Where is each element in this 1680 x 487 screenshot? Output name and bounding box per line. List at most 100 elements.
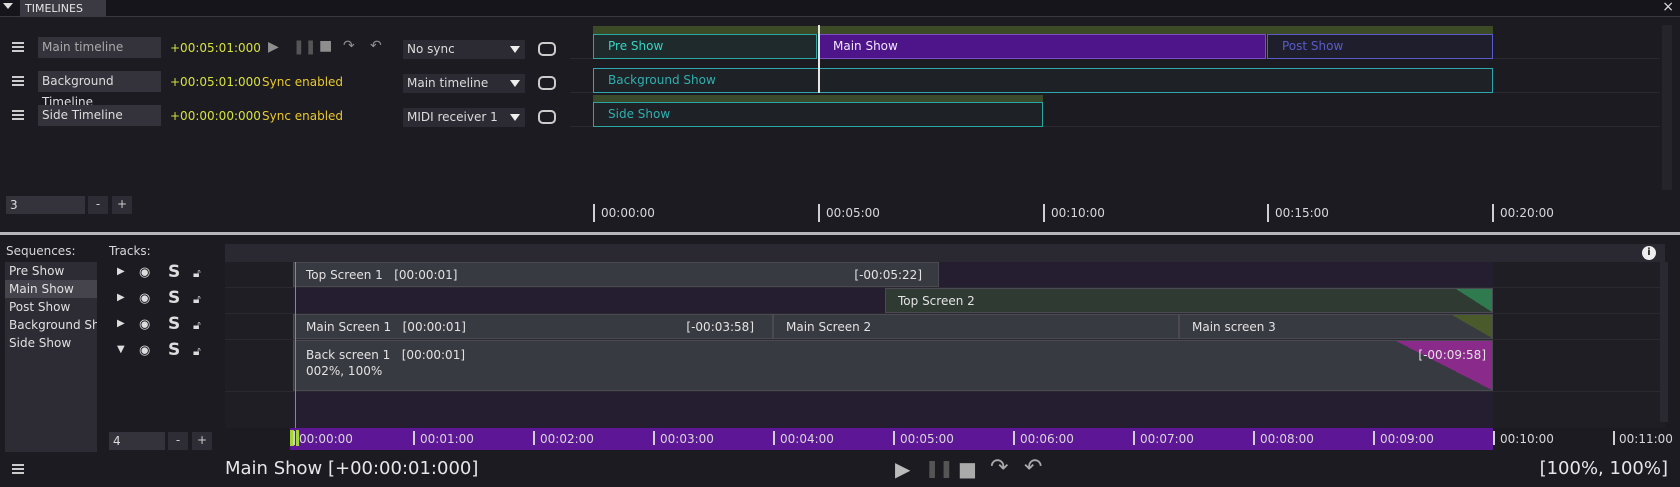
sequences-label: Sequences:: [6, 244, 76, 258]
lock-icon[interactable]: 🔓︎: [193, 266, 201, 281]
clip-start: [00:00:01]: [401, 348, 466, 362]
sync-select[interactable]: Main timeline: [403, 74, 525, 93]
tab-timelines[interactable]: TIMELINES: [20, 0, 106, 17]
bottom-ruler-marks: 00:00:00 00:01:00 00:02:00 00:03:00 00:0…: [290, 428, 1673, 450]
status-title: Main Show [+00:00:01:000]: [225, 458, 479, 479]
redo-icon[interactable]: ↷: [343, 38, 355, 54]
ruler-label: 00:20:00: [1500, 206, 1554, 220]
undo-icon[interactable]: ↶: [1024, 455, 1042, 480]
pause-icon[interactable]: ❚❚: [293, 39, 316, 55]
lock-icon[interactable]: 🔓︎: [193, 318, 201, 333]
eye-icon[interactable]: ◉: [139, 317, 150, 332]
timeline-name-field[interactable]: Main timeline: [38, 37, 161, 58]
redo-icon[interactable]: ↷: [990, 455, 1008, 480]
menu-icon[interactable]: [12, 464, 24, 474]
expand-icon[interactable]: ▶: [117, 292, 125, 303]
lock-icon[interactable]: 🔓︎: [193, 292, 201, 307]
fade-out-marker: [1452, 315, 1492, 338]
eye-icon[interactable]: ◉: [139, 291, 150, 306]
pause-icon[interactable]: ❚❚: [925, 459, 954, 479]
expand-icon[interactable]: ▶: [117, 266, 125, 277]
timeline-name-field[interactable]: Side Timeline: [38, 105, 161, 126]
play-icon[interactable]: ▶: [895, 457, 910, 481]
top-ruler[interactable]: 00:00:00 00:05:00 00:10:00 00:15:00 00:2…: [570, 202, 1660, 224]
menu-icon[interactable]: [12, 110, 24, 120]
scrollbar[interactable]: [1660, 262, 1668, 422]
ruler-label: 00:08:00: [1260, 432, 1314, 446]
track-area: i Top Screen 1 [00:00:01] [-00:05:22] To…: [225, 244, 1668, 428]
timeline-count-field[interactable]: 3: [6, 196, 85, 214]
sync-status: Sync enabled: [262, 75, 344, 89]
progress-strip: [593, 26, 1493, 34]
ruler-label: 00:05:00: [826, 206, 880, 220]
window-menu-icon[interactable]: [3, 3, 13, 9]
loop-icon[interactable]: [538, 42, 556, 56]
scrollbar[interactable]: [1662, 25, 1672, 190]
track-count-plus-button[interactable]: +: [192, 432, 212, 450]
sync-select[interactable]: No sync: [403, 40, 525, 59]
loop-icon[interactable]: [538, 110, 556, 124]
timeline-clip-side-show[interactable]: Side Show: [593, 102, 1043, 127]
track-count-field[interactable]: 4: [109, 432, 165, 450]
ruler-tick: [413, 431, 415, 445]
sync-select[interactable]: MIDI receiver 1: [403, 108, 525, 127]
timeline-clip-pre-show[interactable]: Pre Show: [593, 34, 817, 59]
clip-name: Main screen 3: [1192, 320, 1276, 334]
zoom-level: [100%, 100%]: [1539, 458, 1668, 479]
play-icon[interactable]: ▶: [268, 39, 279, 55]
solo-icon[interactable]: S: [168, 288, 180, 308]
eye-icon[interactable]: ◉: [139, 343, 150, 358]
list-item[interactable]: Post Show: [5, 298, 97, 316]
clip-back-screen-1[interactable]: Back screen 1 [00:00:01] 002%, 100% [-00…: [293, 340, 1493, 391]
list-item[interactable]: Background Show: [5, 316, 97, 334]
menu-icon[interactable]: [12, 42, 24, 52]
panel-divider[interactable]: [0, 232, 1680, 235]
stop-icon[interactable]: ■: [319, 38, 332, 54]
list-item[interactable]: Pre Show: [5, 262, 97, 280]
timeline-row-1: Main timeline +00:05:01:000 ▶ ❚❚ ■ ↷ ↶ N…: [0, 36, 560, 62]
timeline-clip-background-show[interactable]: Background Show: [593, 68, 1493, 93]
list-item[interactable]: Side Show: [5, 334, 97, 352]
timeline-clip-main-show[interactable]: Main Show: [818, 34, 1266, 59]
clip-top-screen-1[interactable]: Top Screen 1 [00:00:01] [-00:05:22]: [293, 262, 939, 287]
sequence-list: Pre Show Main Show Post Show Background …: [5, 262, 97, 452]
list-item[interactable]: Main Show: [5, 280, 97, 298]
undo-icon[interactable]: ↶: [370, 38, 382, 54]
ruler-tick: [293, 431, 295, 445]
playhead[interactable]: [818, 25, 820, 93]
sync-select-value: Main timeline: [407, 76, 489, 90]
stop-icon[interactable]: ■: [958, 457, 977, 481]
ruler-tick: [1613, 431, 1615, 445]
ruler-label: 00:00:00: [601, 206, 655, 220]
timeline-count-minus-button[interactable]: -: [88, 196, 108, 214]
track-header-bar: [225, 244, 1665, 262]
solo-icon[interactable]: S: [168, 314, 180, 334]
timeline-clip-post-show[interactable]: Post Show: [1267, 34, 1493, 59]
clip-main-screen-1[interactable]: Main Screen 1 [00:00:01] [-00:03:58]: [293, 314, 773, 339]
clip-values: 002%, 100%: [306, 364, 383, 378]
info-icon[interactable]: i: [1642, 246, 1656, 260]
clip-main-screen-3[interactable]: Main screen 3: [1179, 314, 1493, 339]
clip-top-screen-2[interactable]: Top Screen 2: [885, 288, 1493, 313]
ruler-label: 00:15:00: [1275, 206, 1329, 220]
lock-icon[interactable]: 🔓︎: [193, 344, 201, 359]
solo-icon[interactable]: S: [168, 262, 180, 282]
collapse-icon[interactable]: ▼: [117, 344, 125, 355]
track-controls-1: ▶ ◉ S 🔓︎: [110, 262, 220, 288]
expand-icon[interactable]: ▶: [117, 318, 125, 329]
ruler-tick: [1267, 204, 1269, 222]
clip-main-screen-2[interactable]: Main Screen 2: [773, 314, 1179, 339]
timeline-overview: Pre Show Main Show Post Show Background …: [570, 25, 1672, 190]
timeline-time: +00:05:01:000: [170, 75, 261, 89]
timeline-count-plus-button[interactable]: +: [112, 196, 132, 214]
close-icon[interactable]: ×: [1662, 0, 1674, 15]
track-count-minus-button[interactable]: -: [168, 432, 188, 450]
ruler-tick: [1133, 431, 1135, 445]
eye-icon[interactable]: ◉: [139, 265, 150, 280]
loop-icon[interactable]: [538, 76, 556, 90]
timeline-name-field[interactable]: Background Timeline: [38, 71, 161, 109]
playhead[interactable]: [295, 262, 296, 428]
solo-icon[interactable]: S: [168, 340, 180, 360]
clip-remaining: [-00:05:22]: [854, 268, 922, 282]
menu-icon[interactable]: [12, 76, 24, 86]
